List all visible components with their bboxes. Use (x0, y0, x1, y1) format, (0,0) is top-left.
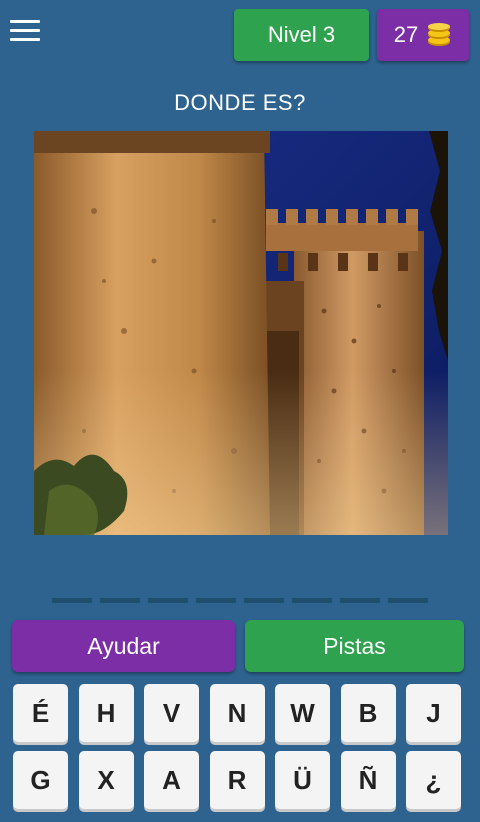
letter-key[interactable]: J (406, 684, 461, 742)
help-button-label: Ayudar (87, 632, 160, 659)
letter-key[interactable]: V (144, 684, 199, 742)
hints-button[interactable]: Pistas (245, 620, 464, 672)
letter-key[interactable]: N (209, 684, 265, 742)
answer-slot[interactable] (292, 598, 332, 603)
coins-count: 27 (393, 22, 419, 47)
answer-slot[interactable] (196, 598, 236, 603)
answer-slot[interactable] (100, 598, 140, 603)
answer-slot[interactable] (148, 598, 188, 603)
level-badge[interactable]: Nivel 3 (234, 9, 369, 61)
letter-key[interactable]: W (275, 684, 330, 742)
letter-key[interactable]: H (78, 684, 134, 742)
letter-keyboard: É H V N W B J G X A R Ü Ñ ¿ (13, 684, 469, 818)
letter-key[interactable]: Ü (275, 751, 330, 809)
level-label: Nivel 3 (267, 22, 336, 47)
keyboard-row: É H V N W B J (13, 684, 469, 742)
answer-slot[interactable] (244, 598, 284, 603)
letter-key[interactable]: R (209, 751, 265, 809)
letter-key[interactable]: B (340, 684, 396, 742)
letter-key[interactable]: X (78, 751, 134, 809)
letter-key[interactable]: É (13, 684, 68, 742)
answer-slot[interactable] (340, 598, 380, 603)
letter-key[interactable]: Ñ (340, 751, 396, 809)
answer-slots (52, 598, 428, 603)
answer-slot[interactable] (388, 598, 428, 603)
question-title: DONDE ES? (174, 90, 306, 115)
letter-key[interactable]: A (144, 751, 199, 809)
hamburger-menu-icon[interactable] (10, 20, 40, 46)
keyboard-row: G X A R Ü Ñ ¿ (13, 751, 469, 809)
letter-key[interactable]: G (13, 751, 68, 809)
letter-key[interactable]: ¿ (406, 751, 461, 809)
coin-stack-icon (428, 23, 451, 46)
hints-button-label: Pistas (323, 632, 386, 659)
answer-slot[interactable] (52, 598, 92, 603)
puzzle-image (34, 131, 448, 535)
coins-badge[interactable]: 27 (377, 9, 469, 61)
help-button[interactable]: Ayudar (12, 620, 235, 672)
